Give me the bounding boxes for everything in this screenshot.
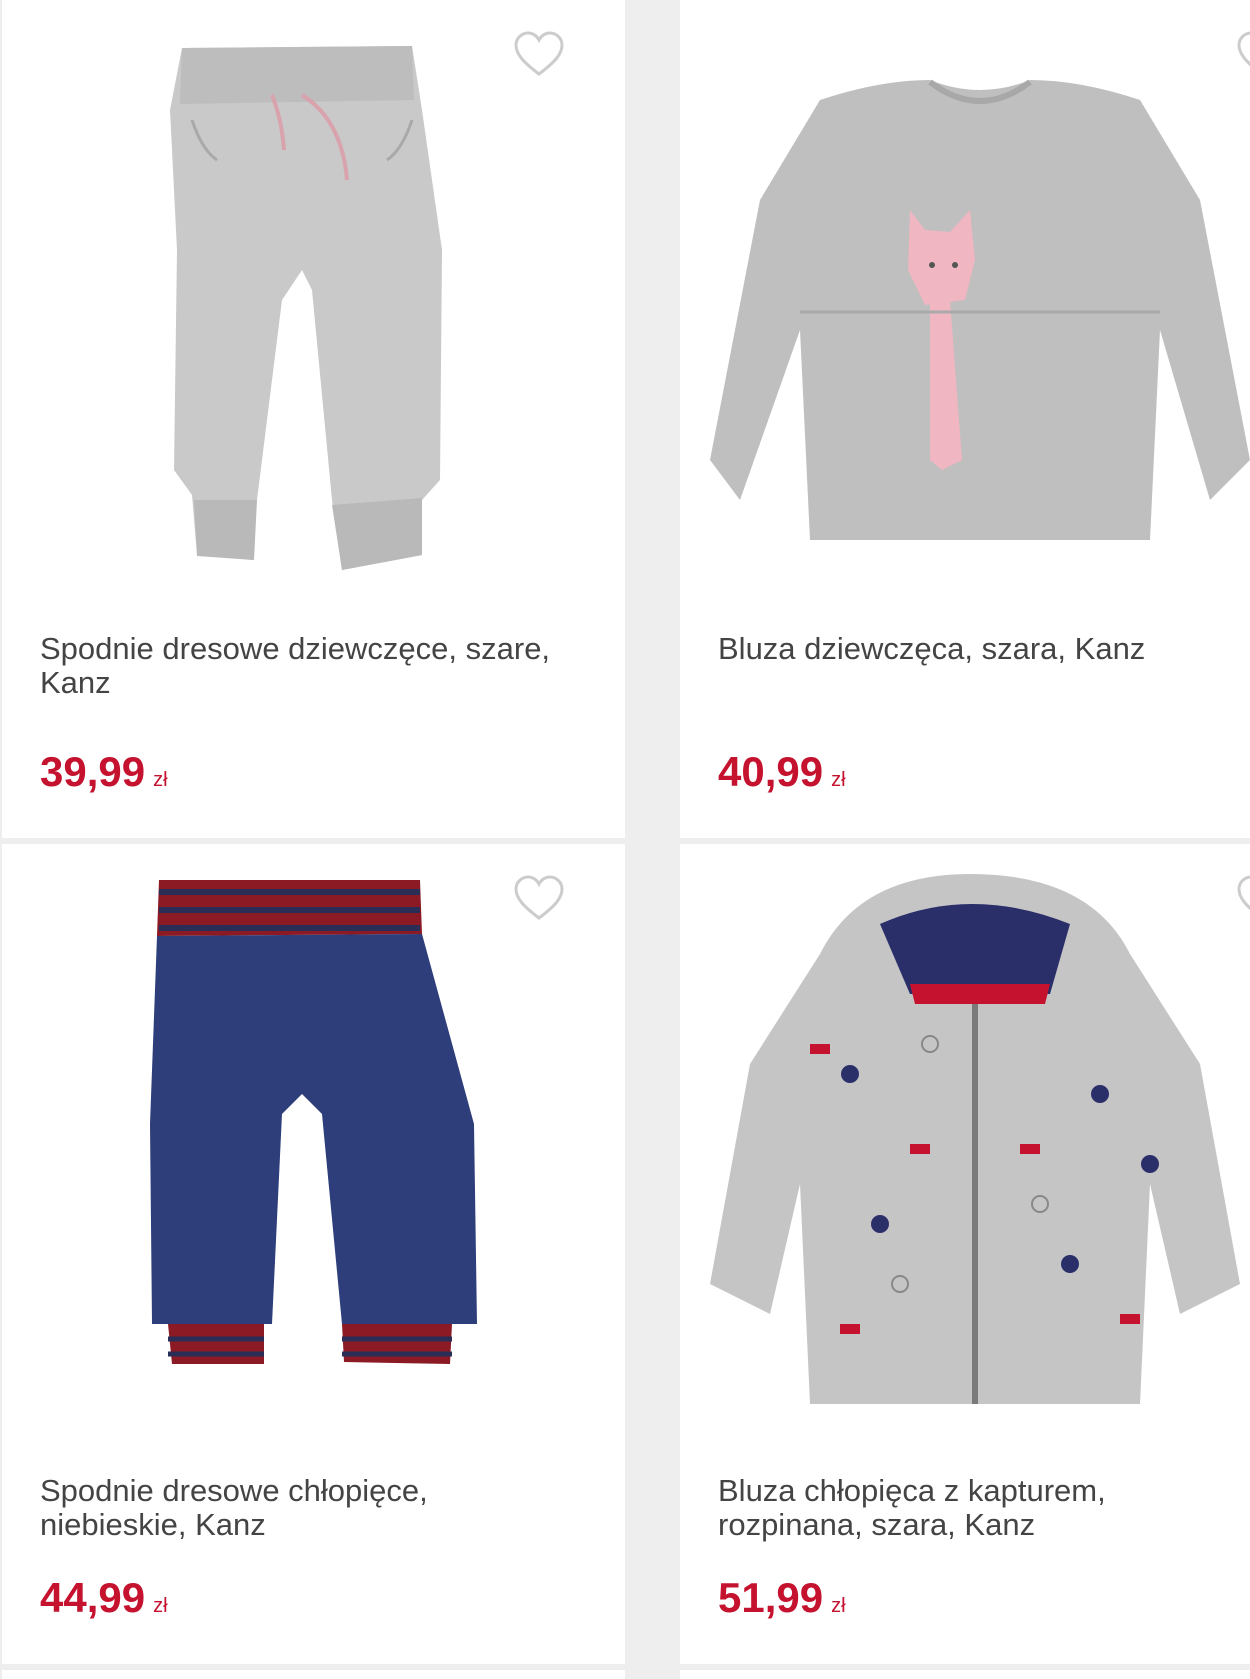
product-title[interactable]: Bluza chłopięca z kapturem, rozpinana, s… [718,1474,1250,1542]
product-card-partial[interactable] [2,1670,625,1679]
product-card[interactable]: Bluza dziewczęca, szara, Kanz 40,99 zł [680,0,1250,838]
price-value: 40,99 [718,748,824,795]
product-title[interactable]: Bluza dziewczęca, szara, Kanz [718,632,1250,666]
product-card[interactable]: Bluza chłopięca z kapturem, rozpinana, s… [680,844,1250,1664]
product-image-grey-zip-hoodie[interactable] [680,844,1250,1444]
product-price: 40,99 zł [718,748,846,804]
heart-outline-icon[interactable] [513,30,565,78]
product-image-grey-cat-sweatshirt[interactable] [680,0,1250,600]
price-value: 51,99 [718,1574,824,1621]
product-image-blue-sweatpants[interactable] [2,844,625,1444]
product-price: 51,99 zł [718,1574,846,1630]
heart-outline-icon[interactable] [1236,874,1250,922]
price-currency: zł [153,1595,168,1617]
product-title[interactable]: Spodnie dresowe dziewczęce, szare, Kanz [40,632,580,700]
price-value: 44,99 [40,1574,146,1621]
product-grid: Spodnie dresowe dziewczęce, szare, Kanz … [0,0,1250,1679]
product-card-partial[interactable] [680,1670,1250,1679]
product-title[interactable]: Spodnie dresowe chłopięce, niebieskie, K… [40,1474,580,1542]
price-value: 39,99 [40,748,146,795]
product-price: 44,99 zł [40,1574,168,1630]
price-currency: zł [831,1595,846,1617]
price-currency: zł [153,769,168,791]
heart-outline-icon[interactable] [513,874,565,922]
product-card[interactable]: Spodnie dresowe chłopięce, niebieskie, K… [2,844,625,1664]
product-price: 39,99 zł [40,748,168,804]
product-image-grey-sweatpants[interactable] [2,0,625,600]
price-currency: zł [831,769,846,791]
product-card[interactable]: Spodnie dresowe dziewczęce, szare, Kanz … [2,0,625,838]
heart-outline-icon[interactable] [1236,30,1250,78]
